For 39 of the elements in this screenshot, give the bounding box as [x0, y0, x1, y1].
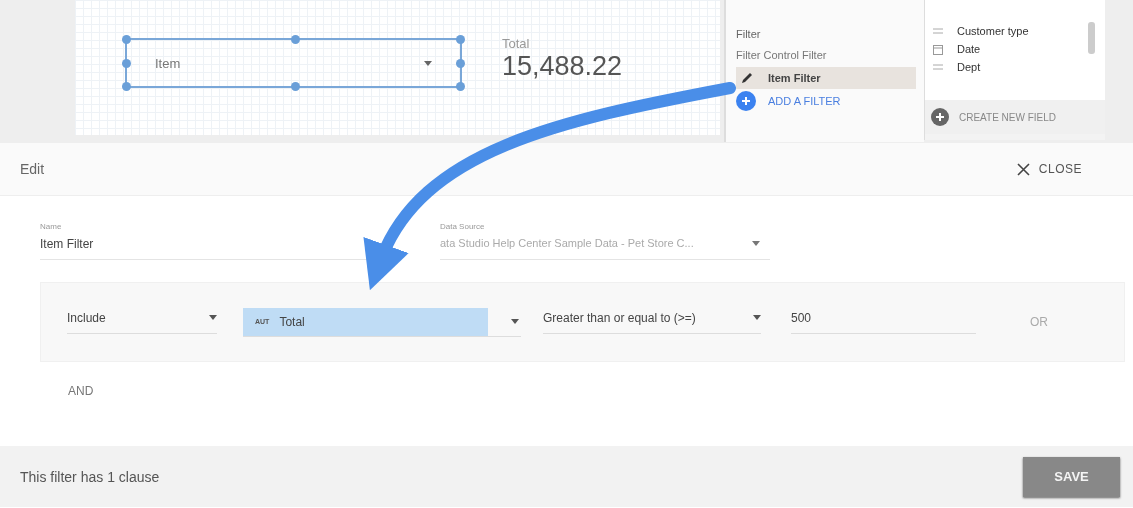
field-item[interactable]: Date — [933, 40, 1105, 58]
close-button[interactable]: CLOSE — [1010, 161, 1088, 177]
filter-item[interactable]: Item Filter — [736, 67, 916, 89]
text-type-icon — [933, 28, 943, 34]
resize-handle[interactable] — [122, 59, 131, 68]
operator-dropdown[interactable]: Greater than or equal to (>=) — [543, 310, 761, 334]
pencil-icon — [740, 71, 754, 85]
resize-handle[interactable] — [291, 82, 300, 91]
plus-icon — [931, 108, 949, 126]
resize-handle[interactable] — [291, 35, 300, 44]
scrollbar[interactable] — [1088, 22, 1095, 54]
clause-summary: This filter has 1 clause — [20, 468, 160, 485]
value-field[interactable]: 500 — [791, 310, 976, 334]
scorecard-label: Total — [502, 36, 531, 51]
scorecard-value: 15,488.22 — [502, 51, 623, 82]
caret-icon — [752, 240, 760, 246]
text-type-icon — [933, 64, 943, 70]
add-filter-button[interactable]: ADD A FILTER — [736, 91, 916, 111]
edit-title: Edit — [20, 161, 45, 177]
resize-handle[interactable] — [122, 82, 131, 91]
caret-icon — [511, 319, 519, 324]
name-field[interactable]: Name Item Filter — [40, 222, 370, 260]
caret-icon — [424, 60, 432, 66]
panel-title: Filter — [736, 28, 762, 40]
resize-handle[interactable] — [456, 59, 465, 68]
field-item[interactable]: Customer type — [933, 22, 1105, 40]
resize-handle[interactable] — [122, 35, 131, 44]
field-item[interactable]: Dept — [933, 58, 1105, 76]
dropdown-control[interactable]: Item — [125, 38, 462, 88]
panel-subtitle: Filter Control Filter — [736, 49, 828, 61]
caret-icon — [209, 315, 217, 320]
close-icon — [1016, 162, 1030, 176]
resize-handle[interactable] — [456, 35, 465, 44]
include-dropdown[interactable]: Include — [67, 310, 217, 334]
calendar-icon — [933, 43, 943, 55]
caret-icon — [753, 315, 761, 320]
plus-icon — [736, 91, 756, 111]
and-button[interactable]: AND — [62, 378, 100, 404]
resize-handle[interactable] — [456, 82, 465, 91]
